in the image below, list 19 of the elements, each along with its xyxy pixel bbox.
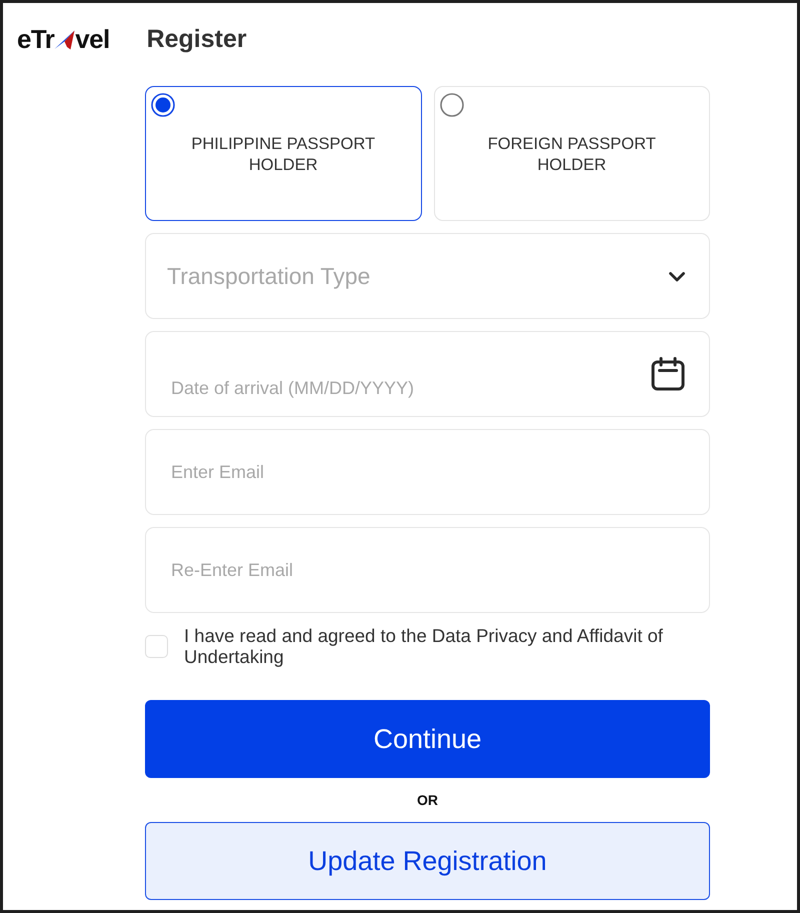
calendar-icon[interactable] xyxy=(651,357,685,391)
agreement-text: I have read and agreed to the Data Privacy and Affidavit of Undertaking xyxy=(184,625,664,667)
continue-button[interactable]: Continue xyxy=(145,700,710,778)
page-title: Register xyxy=(146,25,247,53)
passport-option[interactable]: PHILIPPINE PASSPORT HOLDER xyxy=(145,86,422,221)
chevron-down-icon xyxy=(668,271,686,283)
radio-icon[interactable] xyxy=(151,93,175,117)
input-field[interactable]: Enter Email xyxy=(145,429,710,515)
logo-text: eTr xyxy=(17,25,54,53)
date-field[interactable]: Date of arrival (MM/DD/YYYY) xyxy=(145,331,710,417)
paper-plane-icon xyxy=(54,30,76,50)
passport-option[interactable]: FOREIGN PASSPORT HOLDER xyxy=(434,86,710,221)
logo-text: vel xyxy=(75,25,110,53)
checkbox[interactable] xyxy=(145,635,168,658)
select-field[interactable]: Transportation Type xyxy=(145,233,710,319)
update-registration-button[interactable]: Update Registration xyxy=(145,822,710,900)
separator-text: OR xyxy=(417,791,438,810)
radio-icon[interactable] xyxy=(440,93,464,117)
input-field[interactable]: Re-Enter Email xyxy=(145,527,710,613)
